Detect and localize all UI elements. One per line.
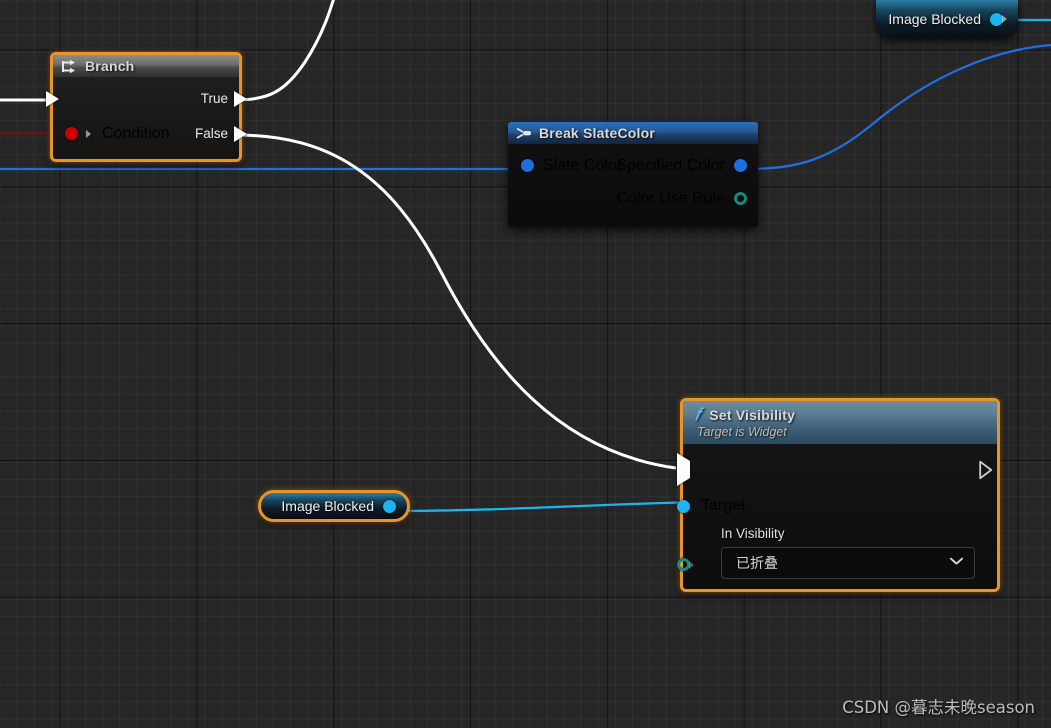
pin-arrow-icon: [689, 560, 694, 569]
pin-branch-false-label: False: [194, 126, 228, 141]
object-pin-icon[interactable]: [383, 499, 396, 513]
exec-pin-icon: [46, 90, 59, 107]
node-variable-image-blocked-top[interactable]: Image Blocked: [876, 0, 1018, 38]
node-branch-body: True Condition False: [46, 77, 247, 159]
node-set-visibility-title: Set Visibility: [709, 407, 796, 423]
node-break-row-2: Color Use Rule: [508, 182, 758, 215]
linear-color-pin-icon: [521, 159, 534, 172]
pin-color-use-rule-out[interactable]: Color Use Rule: [617, 190, 747, 208]
node-break-slate-color[interactable]: Break SlateColor Slate Color Specified C…: [508, 122, 758, 227]
node-set-visibility-row-exec: [677, 451, 997, 488]
exec-pin-icon: [677, 452, 690, 486]
pin-specified-color-out[interactable]: Specified Color: [616, 156, 747, 175]
node-break-slate-color-body: Slate Color Specified Color Color Use Ru…: [508, 144, 758, 227]
setvis-visibility-dropdown[interactable]: 已折叠: [721, 547, 975, 579]
wire-specified-color-out: [743, 43, 1051, 171]
pin-branch-false-out[interactable]: False: [194, 125, 247, 142]
wire-branch-true-exec-up: [235, 0, 335, 102]
exec-pin-icon: [979, 460, 993, 479]
pin-branch-exec-in[interactable]: [46, 90, 59, 107]
exec-pin-icon: [234, 90, 247, 107]
pin-color-use-rule-label: Color Use Rule: [616, 189, 725, 207]
pin-arrow-icon: [86, 129, 91, 138]
pin-slate-color-in[interactable]: Slate Color: [521, 157, 622, 175]
pin-specified-color-label: Specified Color: [616, 156, 726, 174]
node-branch-header[interactable]: Branch: [53, 55, 239, 77]
node-set-visibility-subtitle: Target is Widget: [697, 425, 787, 439]
linear-color-pin-icon: [734, 159, 747, 172]
pin-branch-true-label: True: [200, 91, 228, 106]
pin-setvis-exec-in[interactable]: [677, 452, 690, 486]
pin-setvis-invisibility-pin[interactable]: [677, 558, 694, 571]
node-branch-row-exec: True: [46, 81, 247, 116]
pin-branch-condition-in[interactable]: Condition: [65, 125, 170, 143]
object-pin-icon: [677, 499, 690, 513]
pin-branch-condition-label: Condition: [102, 124, 170, 142]
exec-pin-icon: [234, 125, 247, 142]
wire-image-blocked-to-target: [391, 500, 701, 513]
node-branch-row-condition: Condition False: [53, 116, 247, 151]
chevron-down-icon: [949, 557, 962, 570]
variable-image-blocked-top-label: Image Blocked: [888, 11, 981, 27]
pin-setvis-target-label: Target: [701, 497, 746, 514]
node-variable-image-blocked-bottom[interactable]: Image Blocked: [258, 490, 410, 522]
watermark-text: CSDN @暮志未晚season: [842, 698, 1035, 717]
bool-pin-icon: [65, 127, 78, 140]
blueprint-graph-canvas[interactable]: Branch True Condition False Break SlateC…: [0, 0, 1051, 728]
pin-branch-true-out[interactable]: True: [200, 90, 247, 107]
node-set-visibility-row-visibility: In Visibility 已折叠: [677, 524, 997, 579]
branch-icon: [61, 59, 78, 74]
pin-arrow-icon: [1002, 15, 1007, 23]
node-break-row-1: Slate Color Specified Color: [508, 149, 758, 182]
variable-image-blocked-bottom-label: Image Blocked: [281, 498, 374, 514]
pin-setvis-invisibility-label: In Visibility: [721, 526, 785, 541]
node-break-slate-color-title: Break SlateColor: [539, 125, 656, 141]
break-struct-icon: [516, 127, 532, 140]
pin-setvis-target-in[interactable]: Target: [677, 497, 745, 515]
pin-setvis-exec-out[interactable]: [979, 460, 993, 479]
setvis-visibility-value: 已折叠: [736, 555, 778, 571]
enum-pin-icon: [734, 192, 747, 205]
node-set-visibility[interactable]: 𝑓 Set Visibility Target is Widget Target…: [677, 398, 1000, 592]
pin-slate-color-label: Slate Color: [543, 156, 623, 174]
node-branch[interactable]: Branch True Condition False: [46, 52, 247, 162]
node-set-visibility-row-target: Target: [677, 488, 997, 524]
node-set-visibility-header[interactable]: 𝑓 Set Visibility Target is Widget: [683, 401, 997, 444]
node-set-visibility-body: Target In Visibility 已折叠: [677, 444, 997, 589]
function-f-icon: 𝑓: [695, 405, 701, 424]
node-break-slate-color-header[interactable]: Break SlateColor: [508, 122, 758, 144]
node-branch-title: Branch: [85, 58, 135, 74]
